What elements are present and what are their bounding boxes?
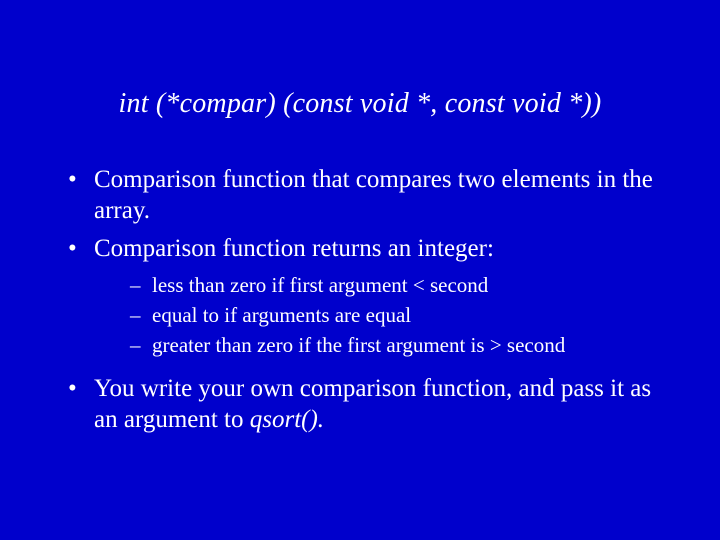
sub-bullet-item: equal to if arguments are equal — [94, 302, 660, 328]
sub-bullet-text: less than zero if first argument < secon… — [152, 273, 488, 297]
slide: int (*compar) (const void *, const void … — [0, 0, 720, 540]
bullet-item: Comparison function that compares two el… — [60, 164, 660, 227]
bullet-list: Comparison function that compares two el… — [60, 164, 660, 435]
sub-bullet-item: less than zero if first argument < secon… — [94, 272, 660, 298]
sub-bullet-item: greater than zero if the first argument … — [94, 332, 660, 358]
sub-bullet-text: equal to if arguments are equal — [152, 303, 411, 327]
bullet-text: Comparison function returns an integer: — [94, 235, 494, 262]
bullet-text-italic: qsort(). — [250, 406, 324, 433]
bullet-item: You write your own comparison function, … — [60, 373, 660, 436]
bullet-text: You write your own comparison function, … — [94, 375, 651, 433]
slide-title: int (*compar) (const void *, const void … — [60, 88, 660, 120]
bullet-item: Comparison function returns an integer: … — [60, 233, 660, 359]
sub-bullet-text: greater than zero if the first argument … — [152, 333, 565, 357]
sub-bullet-list: less than zero if first argument < secon… — [94, 272, 660, 359]
bullet-text: Comparison function that compares two el… — [94, 166, 653, 224]
